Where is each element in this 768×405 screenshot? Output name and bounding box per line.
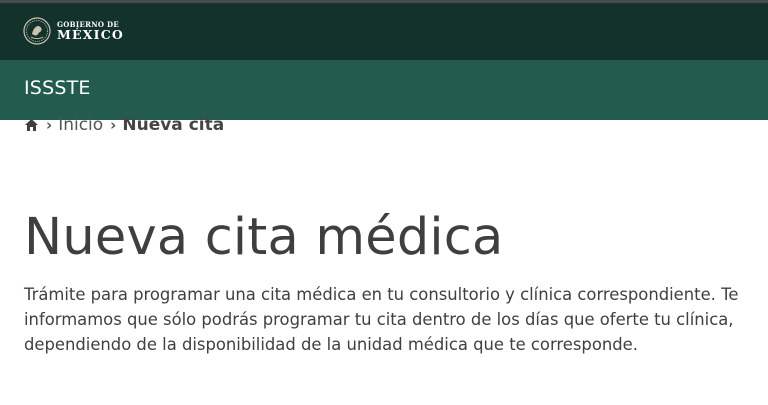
home-icon[interactable] (24, 118, 39, 132)
page-description: Trámite para programar una cita médica e… (24, 285, 739, 355)
breadcrumb: › Inicio › Nueva cita (24, 113, 224, 137)
breadcrumb-separator: › (46, 116, 53, 134)
gov-wordmark: GOBIERNO DE MÉXICO (57, 21, 124, 42)
gov-wordmark-line2: MÉXICO (57, 26, 124, 42)
mexico-coat-of-arms-icon (23, 17, 51, 45)
agency-title-link[interactable]: ISSSTE (24, 77, 91, 99)
breadcrumb-separator: › (110, 116, 117, 134)
gov-top-bar: GOBIERNO DE MÉXICO (0, 0, 768, 60)
gobierno-de-mexico-logo[interactable]: GOBIERNO DE MÉXICO (23, 15, 124, 47)
agency-bar: ISSSTE (0, 60, 768, 120)
breadcrumb-current: Nueva cita (122, 115, 225, 135)
breadcrumb-inicio-link[interactable]: Inicio (58, 115, 103, 135)
page-title: Nueva cita médica (24, 208, 504, 267)
